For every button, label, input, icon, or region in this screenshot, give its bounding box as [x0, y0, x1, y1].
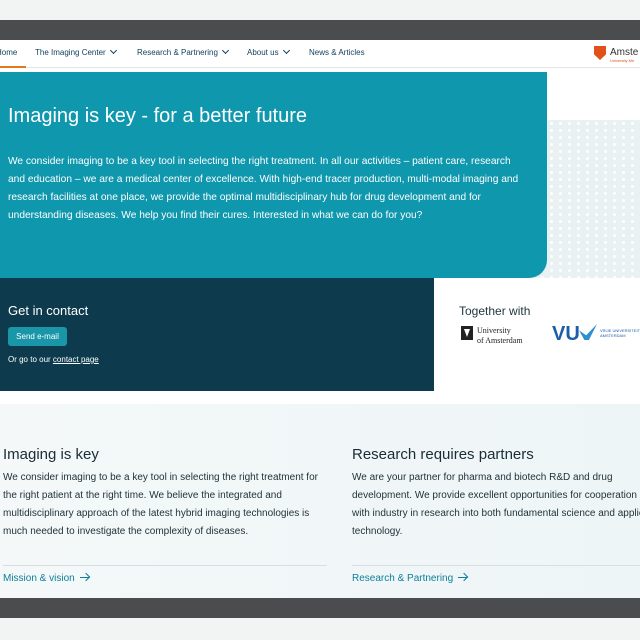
chevron-down-icon [221, 46, 229, 55]
uva-logo-line1: University [477, 326, 511, 335]
active-nav-indicator [0, 66, 26, 68]
nav-imaging-center-label: The Imaging Center [35, 48, 106, 57]
contact-link-prefix: Or go to our [8, 355, 51, 364]
vu-logo-letters: VU [552, 323, 580, 345]
contact-panel: Get in contact Send e-mail Or go to our … [0, 278, 434, 391]
nav-item-research-partnering[interactable]: Research & Partnering [137, 46, 229, 57]
send-email-button[interactable]: Send e-mail [8, 327, 67, 346]
webpage: Home The Imaging Center Research & Partn… [0, 40, 640, 598]
mission-vision-link[interactable]: Mission & vision [3, 573, 90, 584]
partners-panel: Together with University of Amsterdam VU… [434, 278, 640, 391]
chevron-down-icon [109, 46, 117, 55]
contact-page-link[interactable]: contact page [53, 355, 99, 364]
mission-vision-label: Mission & vision [3, 573, 75, 584]
uva-logo[interactable]: University of Amsterdam [461, 326, 541, 348]
column-divider [3, 565, 327, 566]
nav-news-label: News & Articles [309, 48, 365, 57]
nav-item-imaging-center[interactable]: The Imaging Center [35, 46, 117, 57]
vu-logo-wordmark: VRIJE UNIVERSITEIT AMSTERDAM [600, 328, 640, 338]
research-partnering-link[interactable]: Research & Partnering [352, 573, 468, 584]
logo-text: Amste [610, 47, 639, 58]
nav-item-home[interactable]: Home [0, 48, 17, 57]
main-navigation: Home The Imaging Center Research & Partn… [0, 40, 640, 68]
research-partners-title: Research requires partners [352, 446, 534, 463]
nav-item-about-us[interactable]: About us [247, 46, 290, 57]
logo-shield-icon [594, 46, 606, 60]
contact-line: Or go to our contact page [8, 355, 99, 364]
hero-title: Imaging is key - for a better future [8, 105, 308, 127]
hero-banner: Imaging is key - for a better future We … [0, 72, 547, 278]
arrow-right-icon [458, 573, 468, 581]
research-partnering-label: Research & Partnering [352, 573, 454, 584]
browser-bottom-bezel [0, 598, 640, 618]
imaging-is-key-text: We consider imaging to be a key tool in … [3, 472, 318, 537]
arrow-right-icon [79, 573, 90, 581]
logo-subtitle: University Me [610, 58, 635, 63]
uva-logo-line2: of Amsterdam [477, 336, 523, 345]
info-section: Imaging is key We consider imaging to be… [0, 404, 640, 598]
hero-text: We consider imaging to be a key tool in … [8, 156, 519, 221]
nav-item-news-articles[interactable]: News & Articles [309, 48, 365, 57]
amsterdam-umc-logo[interactable]: Amste University Me [594, 45, 640, 65]
screen-top-band [0, 0, 640, 20]
partners-title: Together with [459, 304, 531, 318]
contact-title: Get in contact [8, 303, 89, 318]
screen-bottom-band [0, 618, 640, 640]
nav-home-label: Home [0, 48, 18, 57]
nav-about-label: About us [247, 48, 279, 57]
browser-top-bezel [0, 20, 640, 40]
column-divider [352, 565, 640, 566]
uva-emblem-icon [461, 326, 473, 340]
chevron-down-icon [282, 46, 290, 55]
nav-research-label: Research & Partnering [137, 48, 218, 57]
vu-logo[interactable]: VU VRIJE UNIVERSITEIT AMSTERDAM [552, 322, 640, 348]
imaging-is-key-title: Imaging is key [3, 446, 99, 463]
vu-griffin-icon [579, 324, 597, 340]
research-partners-text: We are your partner for pharma and biote… [352, 472, 640, 537]
